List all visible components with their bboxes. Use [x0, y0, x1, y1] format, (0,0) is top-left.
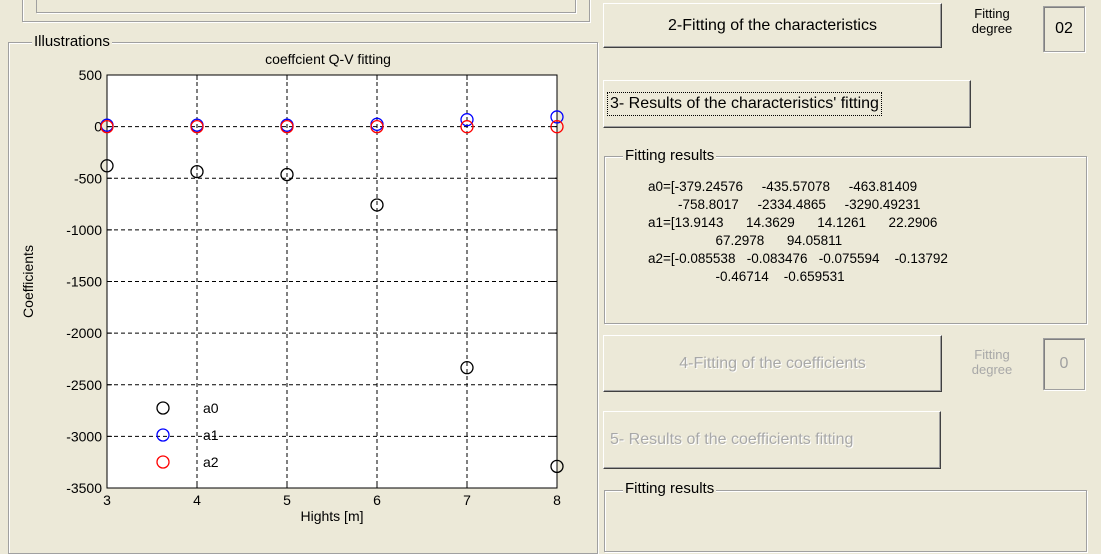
x-tick-label: 5 [283, 492, 291, 508]
y-tick-label: -2000 [66, 325, 102, 341]
y-axis-label: Coefficients [20, 245, 36, 318]
fitting-results-line: 67.2978 94.05811 [648, 233, 843, 248]
fitting-degree-label-1: Fitting degree [971, 6, 1013, 36]
results-characteristics-button-label: 3- Results of the characteristics' fitti… [607, 92, 882, 116]
legend-label: a0 [203, 400, 219, 416]
fitting-results-frame-2 [604, 490, 1087, 552]
x-tick-label: 4 [193, 492, 201, 508]
fitting-results-line: -758.8017 -2334.4865 -3290.49231 [648, 197, 921, 212]
x-tick-label: 8 [553, 492, 561, 508]
fitting-results-title-1: Fitting results [623, 147, 717, 164]
y-tick-label: -1500 [66, 274, 102, 290]
results-coefficients-button-label: 5- Results of the coefficients fitting [610, 431, 854, 448]
fitting-results-line: a1=[13.9143 14.3629 14.1261 22.2906 [648, 215, 938, 230]
fitting-degree-label-2: Fitting degree [971, 347, 1013, 377]
fitting-degree-field-1[interactable]: 02 [1043, 6, 1085, 52]
fit-characteristics-button[interactable]: 2-Fitting of the characteristics [603, 3, 942, 48]
results-coefficients-button[interactable]: 5- Results of the coefficients fitting [603, 411, 941, 469]
legend-label: a2 [203, 454, 219, 470]
top-panel-inner [36, 0, 576, 13]
fitting-results-line: a2=[-0.085538 -0.083476 -0.075594 -0.137… [648, 251, 948, 266]
results-characteristics-button[interactable]: 3- Results of the characteristics' fitti… [603, 80, 971, 128]
chart-title: coeffcient Q-V fitting [265, 51, 391, 67]
fitting-results-title-2: Fitting results [623, 480, 717, 497]
fit-characteristics-button-label: 2-Fitting of the characteristics [668, 16, 877, 34]
x-tick-label: 6 [373, 492, 381, 508]
fitting-results-text: a0=[-379.24576 -435.57078 -463.81409 -75… [648, 178, 1068, 286]
fitting-degree-field-2[interactable]: 0 [1043, 338, 1085, 390]
fit-coefficients-button-label: 4-Fitting of the coefficients [679, 354, 866, 372]
y-tick-label: -3000 [66, 428, 102, 444]
x-tick-label: 3 [103, 492, 111, 508]
coefficient-chart: 3 4 5 6 7 85000-500-1000-1500-2000-2500-3000-… [20, 51, 564, 524]
y-tick-label: -500 [74, 170, 102, 186]
fitting-results-line: -0.46714 -0.659531 [648, 269, 845, 284]
x-tick-label: 7 [463, 492, 471, 508]
y-tick-label: -1000 [66, 222, 102, 238]
fitting-results-line: a0=[-379.24576 -435.57078 -463.81409 [648, 179, 918, 194]
y-tick-label: -3500 [66, 480, 102, 496]
x-axis-label: Hights [m] [300, 508, 363, 524]
fit-coefficients-button[interactable]: 4-Fitting of the coefficients [603, 335, 942, 392]
y-tick-label: -2500 [66, 377, 102, 393]
legend-label: a1 [203, 427, 219, 443]
y-tick-label: 500 [79, 67, 103, 83]
